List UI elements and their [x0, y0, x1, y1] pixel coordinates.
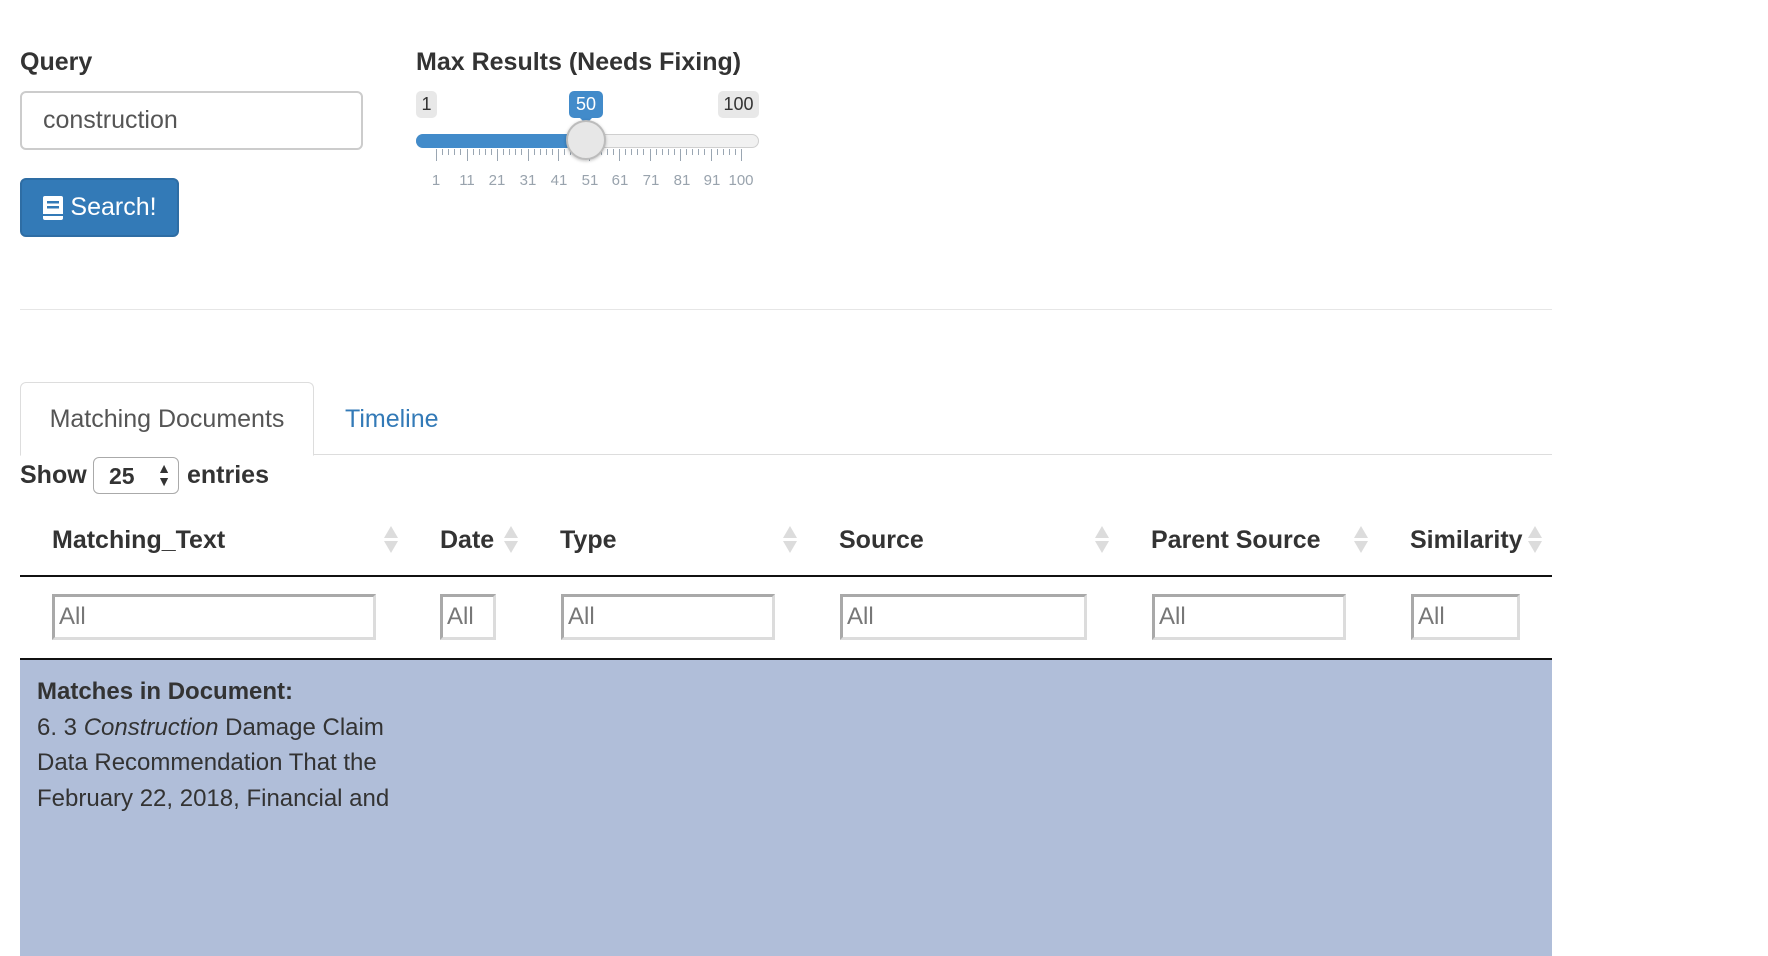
slider-tick — [711, 149, 712, 161]
slider-fill — [416, 134, 586, 148]
sort-icon[interactable] — [1354, 526, 1368, 554]
slider-tick — [558, 149, 559, 161]
table-header-border — [20, 575, 1552, 577]
slider-tick — [515, 149, 516, 155]
entries-select[interactable]: 25 ▲ ▼ — [93, 457, 179, 494]
slider-tick — [650, 149, 651, 161]
query-label: Query — [20, 48, 93, 76]
slider-tick — [521, 149, 522, 155]
entries-label: entries — [187, 461, 269, 489]
slider-tick — [436, 149, 437, 161]
slider-max-label: 100 — [718, 91, 759, 118]
slider-tick — [613, 149, 614, 155]
slider-tick — [485, 149, 486, 155]
sort-icon[interactable] — [384, 526, 398, 554]
slider-value-label: 50 — [569, 91, 603, 118]
slider-tick — [637, 149, 638, 155]
slider-tick — [631, 149, 632, 155]
slider-handle[interactable] — [566, 120, 606, 160]
filter-similarity[interactable] — [1411, 594, 1520, 640]
query-input[interactable] — [20, 91, 363, 150]
max-results-label: Max Results (Needs Fixing) — [416, 48, 742, 76]
slider-tick — [619, 149, 620, 161]
tab-timeline[interactable]: Timeline — [345, 382, 439, 456]
slider-tick — [686, 149, 687, 155]
filter-date[interactable] — [440, 594, 496, 640]
filter-type[interactable] — [561, 594, 775, 640]
search-button[interactable]: Search! — [20, 178, 179, 237]
slider-tick — [643, 149, 644, 155]
slider-tick — [546, 149, 547, 155]
slider-tick — [503, 149, 504, 155]
slider-tick — [625, 149, 626, 155]
sort-icon[interactable] — [1528, 526, 1542, 554]
slider-tick — [460, 149, 461, 155]
slider-tick — [680, 149, 681, 161]
book-icon — [43, 195, 64, 220]
slider-tick — [491, 149, 492, 155]
column-header-matching-text[interactable]: Matching_Text — [52, 520, 225, 560]
filter-parent-source[interactable] — [1152, 594, 1346, 640]
entries-select-value: 25 — [109, 463, 135, 489]
slider-tick — [497, 149, 498, 161]
slider-tick — [668, 149, 669, 155]
column-header-parent-source[interactable]: Parent Source — [1151, 520, 1321, 560]
sort-icon[interactable] — [1095, 526, 1109, 554]
slider-tick — [607, 149, 608, 155]
slider-tick — [729, 149, 730, 155]
slider-tick — [448, 149, 449, 155]
tab-matching-documents[interactable]: Matching Documents — [20, 382, 314, 456]
slider-tick — [692, 149, 693, 155]
filter-matching-text[interactable] — [52, 594, 376, 640]
select-arrows-icon: ▲ ▼ — [157, 460, 171, 489]
matching-text-cell: Matches in Document: 6. 3 Construction Da… — [37, 674, 397, 816]
slider-tick — [656, 149, 657, 155]
slider-tick — [717, 149, 718, 155]
slider-tick — [534, 149, 535, 155]
slider-tick — [479, 149, 480, 155]
slider-tick — [540, 149, 541, 155]
slider-min-label: 1 — [416, 91, 437, 118]
slider-tick — [723, 149, 724, 155]
slider-tick — [528, 149, 529, 161]
column-header-source[interactable]: Source — [839, 520, 924, 560]
show-label: Show — [20, 461, 87, 489]
slider-tick — [442, 149, 443, 155]
slider-tick — [662, 149, 663, 155]
search-button-label: Search! — [70, 193, 157, 221]
slider-tick — [509, 149, 510, 155]
column-header-similarity[interactable]: Similarity — [1410, 520, 1523, 560]
slider-tick — [552, 149, 553, 155]
column-header-date[interactable]: Date — [440, 520, 494, 560]
matches-heading: Matches in Document: — [37, 678, 294, 705]
filter-source[interactable] — [840, 594, 1087, 640]
slider-tick — [735, 149, 736, 155]
match-highlight: Construction — [83, 713, 219, 741]
sort-icon[interactable] — [783, 526, 797, 554]
slider-tick — [674, 149, 675, 155]
match-text-prefix: 6. 3 — [37, 713, 84, 741]
slider-tick — [467, 149, 468, 161]
sort-icon[interactable] — [504, 526, 518, 554]
slider-tick-label: 100 — [728, 172, 754, 189]
slider-tick — [473, 149, 474, 155]
slider-tick — [704, 149, 705, 155]
slider-tick — [564, 149, 565, 155]
slider-tick — [454, 149, 455, 155]
column-header-type[interactable]: Type — [560, 520, 617, 560]
section-divider — [20, 309, 1552, 310]
slider-tick — [741, 149, 742, 161]
slider-tick — [698, 149, 699, 155]
